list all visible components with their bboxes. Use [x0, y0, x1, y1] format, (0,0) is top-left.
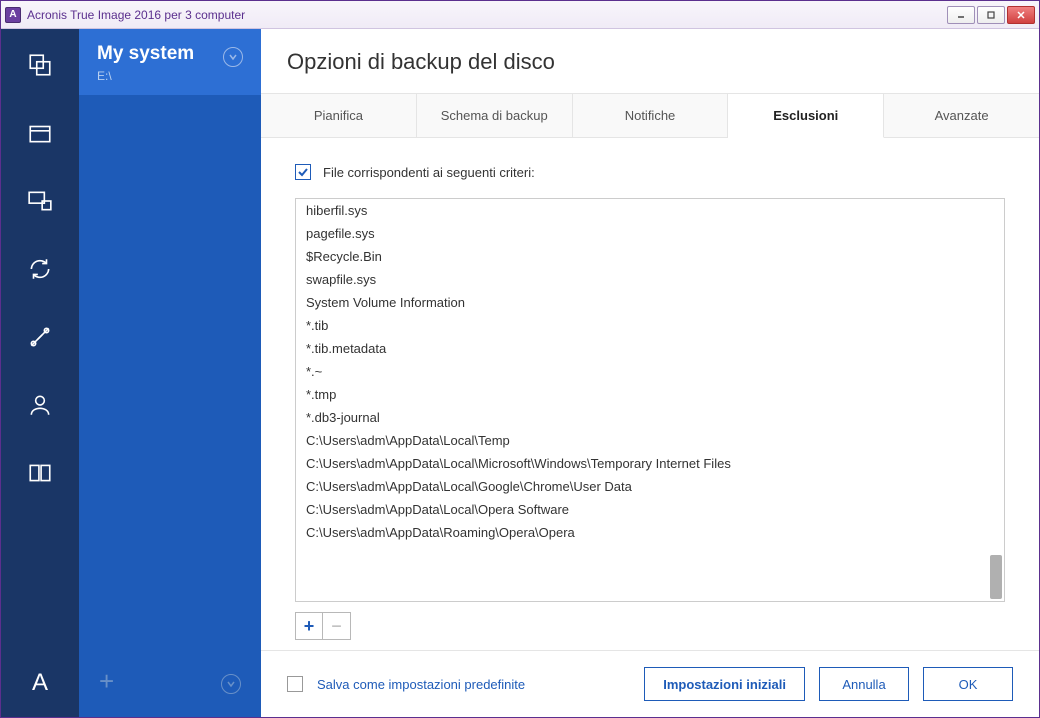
list-item[interactable]: C:\Users\adm\AppData\Local\Temp — [296, 429, 1004, 452]
sync-device-icon[interactable] — [26, 187, 54, 215]
main-panel: Opzioni di backup del disco PianificaSch… — [261, 29, 1039, 717]
list-item[interactable]: pagefile.sys — [296, 222, 1004, 245]
app-window: A Acronis True Image 2016 per 3 computer… — [0, 0, 1040, 718]
backup-name: My system — [97, 43, 194, 65]
list-item[interactable]: C:\Users\adm\AppData\Local\Microsoft\Win… — [296, 452, 1004, 475]
sync-icon[interactable] — [26, 255, 54, 283]
list-item[interactable]: *.tib.metadata — [296, 337, 1004, 360]
tabs: PianificaSchema di backupNotificheEsclus… — [261, 93, 1039, 138]
save-default-label: Salva come impostazioni predefinite — [317, 677, 630, 692]
add-item-button[interactable]: + — [295, 612, 323, 640]
list-controls: + − — [295, 612, 1005, 640]
list-item[interactable]: *.db3-journal — [296, 406, 1004, 429]
list-item[interactable]: hiberfil.sys — [296, 199, 1004, 222]
archive-icon[interactable] — [26, 119, 54, 147]
remove-item-button[interactable]: − — [323, 612, 351, 640]
tab-notifiche[interactable]: Notifiche — [573, 94, 729, 137]
list-item[interactable]: C:\Users\adm\AppData\Local\Opera Softwar… — [296, 498, 1004, 521]
list-item[interactable]: *.~ — [296, 360, 1004, 383]
tab-content-exclusions: File corrispondenti ai seguenti criteri:… — [261, 138, 1039, 650]
scrollbar-thumb[interactable] — [990, 555, 1002, 599]
criteria-checkbox[interactable] — [295, 164, 311, 180]
window-controls — [947, 6, 1035, 24]
criteria-label: File corrispondenti ai seguenti criteri: — [323, 165, 535, 180]
list-item[interactable]: System Volume Information — [296, 291, 1004, 314]
list-item[interactable]: C:\Users\adm\AppData\Local\Google\Chrome… — [296, 475, 1004, 498]
minimize-button[interactable] — [947, 6, 975, 24]
tab-schema-di-backup[interactable]: Schema di backup — [417, 94, 573, 137]
chevron-down-icon[interactable] — [223, 47, 243, 67]
help-icon[interactable] — [26, 459, 54, 487]
tab-avanzate[interactable]: Avanzate — [884, 94, 1039, 137]
backup-icon[interactable] — [26, 51, 54, 79]
close-button[interactable] — [1007, 6, 1035, 24]
add-backup-button[interactable]: + — [99, 666, 114, 697]
page-title: Opzioni di backup del disco — [287, 49, 1013, 75]
ok-button[interactable]: OK — [923, 667, 1013, 701]
sidebar-more-icon[interactable] — [221, 674, 241, 694]
reset-button[interactable]: Impostazioni iniziali — [644, 667, 805, 701]
list-item[interactable]: C:\Users\adm\AppData\Roaming\Opera\Opera — [296, 521, 1004, 544]
list-item[interactable]: swapfile.sys — [296, 268, 1004, 291]
list-item[interactable]: *.tib — [296, 314, 1004, 337]
footer: Salva come impostazioni predefinite Impo… — [261, 650, 1039, 717]
icon-rail: A — [1, 29, 79, 717]
tab-pianifica[interactable]: Pianifica — [261, 94, 417, 137]
list-item[interactable]: *.tmp — [296, 383, 1004, 406]
titlebar: A Acronis True Image 2016 per 3 computer — [1, 1, 1039, 29]
list-item[interactable]: $Recycle.Bin — [296, 245, 1004, 268]
sidebar: My system E:\ + — [79, 29, 261, 717]
account-icon[interactable] — [26, 391, 54, 419]
cancel-button[interactable]: Annulla — [819, 667, 909, 701]
tools-icon[interactable] — [26, 323, 54, 351]
backup-path: E:\ — [97, 69, 194, 83]
app-icon: A — [5, 7, 21, 23]
maximize-button[interactable] — [977, 6, 1005, 24]
exclusion-list[interactable]: hiberfil.syspagefile.sys$Recycle.Binswap… — [295, 198, 1005, 602]
page-header: Opzioni di backup del disco — [261, 29, 1039, 93]
tab-esclusioni[interactable]: Esclusioni — [728, 94, 884, 138]
save-default-checkbox[interactable] — [287, 676, 303, 692]
sidebar-item-selected[interactable]: My system E:\ — [79, 29, 261, 95]
window-title: Acronis True Image 2016 per 3 computer — [27, 8, 947, 22]
brand-letter-icon[interactable]: A — [32, 669, 48, 697]
